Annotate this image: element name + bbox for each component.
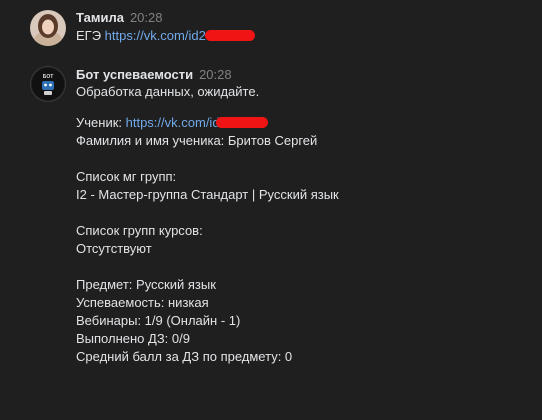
avatar-bot[interactable]: БОТ	[30, 66, 66, 102]
message-time[interactable]: 20:28	[199, 67, 232, 82]
message-bot: БОТ Бот успеваемости 20:28 Обработка данн…	[0, 58, 542, 378]
message-tamila: Тамила 20:28 ЕГЭ https://vk.com/id2	[0, 0, 542, 56]
redaction-mark	[204, 30, 255, 42]
message-time[interactable]: 20:28	[130, 10, 163, 25]
subject-line: Предмет: Русский язык	[76, 277, 216, 292]
message-header: Бот успеваемости 20:28	[76, 67, 232, 83]
course-group-item: Отсутствуют	[76, 241, 152, 256]
webinars-line: Вебинары: 1/9 (Онлайн - 1)	[76, 313, 241, 328]
status-line: Обработка данных, ожидайте.	[76, 84, 260, 99]
student-name-line: Фамилия и имя ученика: Бритов Сергей	[76, 133, 318, 148]
user-photo-icon	[30, 10, 66, 46]
svg-text:БОТ: БОТ	[43, 74, 54, 80]
student-label: Ученик:	[76, 115, 126, 130]
mg-group-item: I2 - Мастер-группа Стандарт | Русский яз…	[76, 187, 339, 202]
profile-link[interactable]: https://vk.com/id2	[105, 28, 206, 43]
student-line: Ученик: https://vk.com/id	[76, 114, 268, 132]
course-groups-header: Список групп курсов:	[76, 223, 203, 238]
message-header: Тамила 20:28	[76, 10, 163, 26]
avatar-tamila[interactable]	[30, 10, 66, 46]
author-name[interactable]: Бот успеваемости	[76, 67, 193, 82]
average-score-line: Средний балл за ДЗ по предмету: 0	[76, 349, 293, 364]
performance-line: Успеваемость: низкая	[76, 295, 209, 310]
mg-groups-header: Список мг групп:	[76, 169, 177, 184]
homework-line: Выполнено ДЗ: 0/9	[76, 331, 190, 346]
author-name[interactable]: Тамила	[76, 10, 124, 25]
message-text-prefix: ЕГЭ	[76, 28, 105, 43]
redaction-mark	[215, 117, 268, 129]
bot-logo-icon: БОТ	[32, 68, 64, 100]
student-profile-link[interactable]: https://vk.com/id	[126, 115, 220, 130]
message-text: ЕГЭ https://vk.com/id2	[76, 27, 255, 45]
